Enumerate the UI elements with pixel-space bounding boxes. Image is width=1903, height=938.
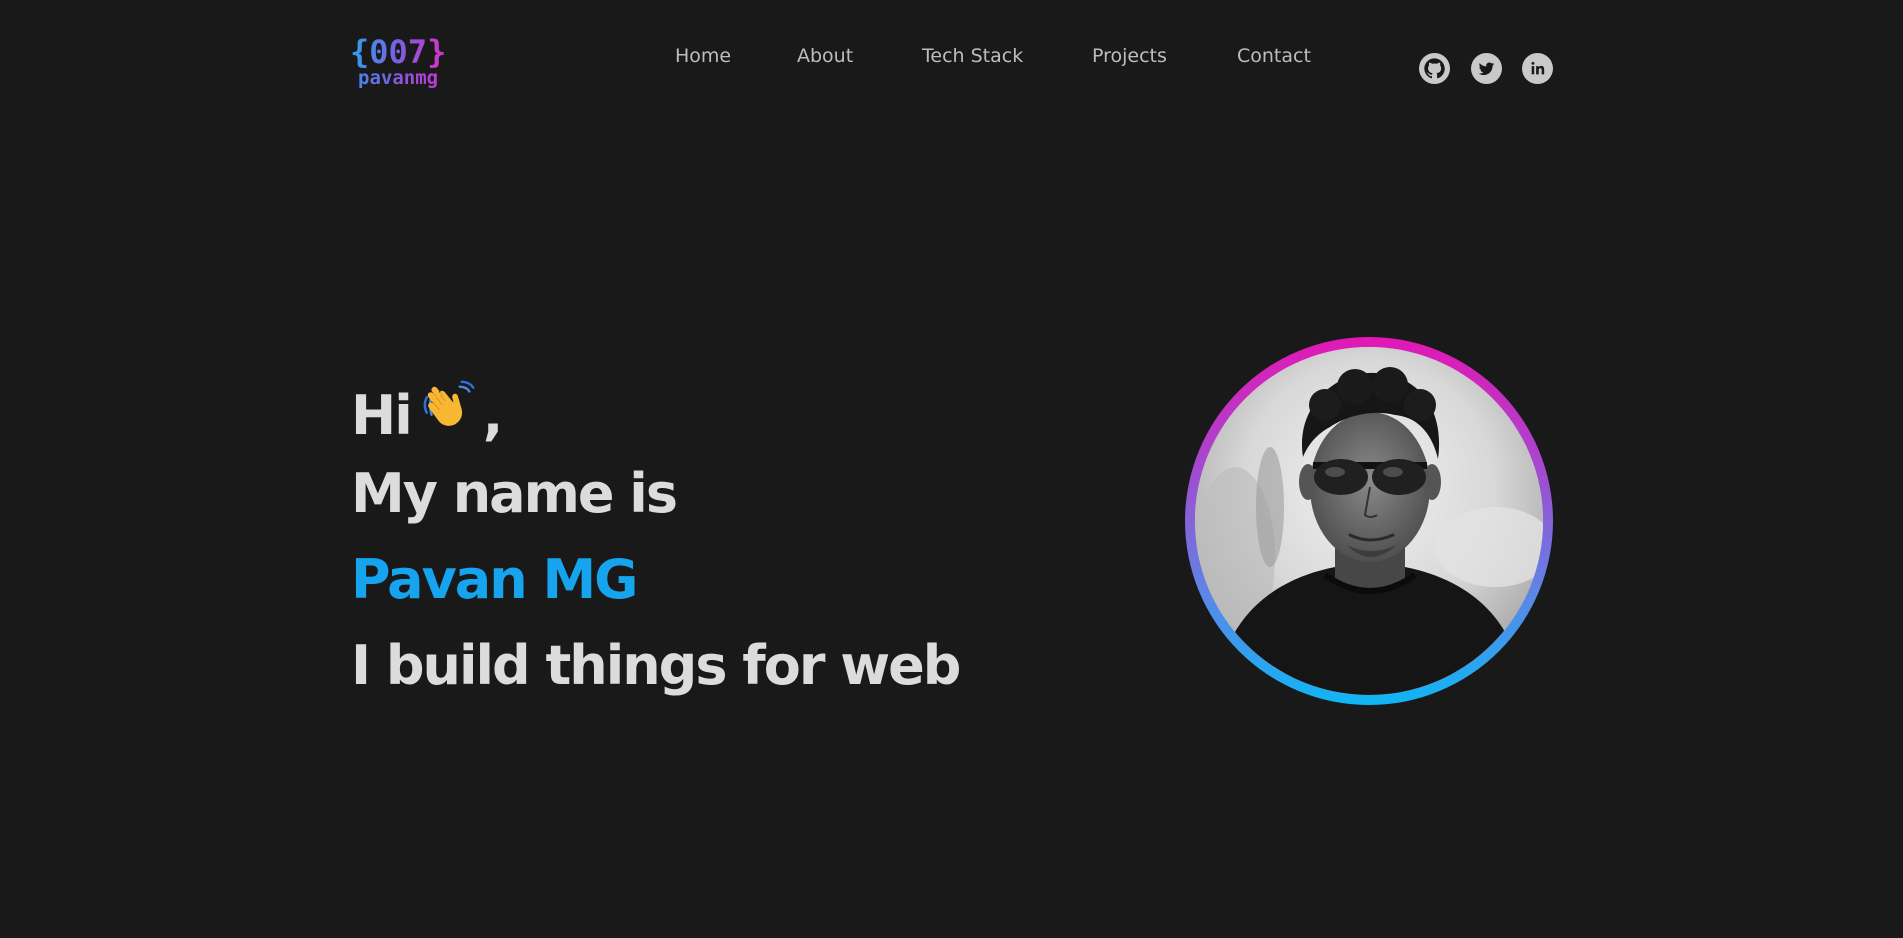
hero-tagline: I build things for web xyxy=(351,634,961,697)
nav-home[interactable]: Home xyxy=(675,44,731,68)
twitter-icon[interactable] xyxy=(1471,53,1502,84)
hero-intro: My name is xyxy=(351,462,678,525)
nav-projects[interactable]: Projects xyxy=(1092,44,1167,68)
greeting-text: Hi xyxy=(351,384,413,447)
github-icon[interactable] xyxy=(1419,53,1450,84)
waving-hand-icon xyxy=(419,376,481,438)
hero-name: Pavan MG xyxy=(351,548,639,611)
linkedin-icon[interactable] xyxy=(1522,53,1553,84)
site-logo[interactable]: {007} pavanmg xyxy=(350,36,460,88)
logo-text: pavanmg xyxy=(350,69,438,88)
page: {007} pavanmg Home About Tech Stack Proj… xyxy=(0,0,1903,938)
nav-tech-stack[interactable]: Tech Stack xyxy=(922,44,1023,68)
greeting-comma: , xyxy=(482,384,503,447)
profile-photo xyxy=(1195,347,1543,695)
nav-contact[interactable]: Contact xyxy=(1237,44,1311,68)
logo-mark: {007} xyxy=(350,33,447,71)
nav-about[interactable]: About xyxy=(797,44,853,68)
profile-photo-ring xyxy=(1185,337,1553,705)
hero-greeting: Hi , xyxy=(351,376,503,448)
